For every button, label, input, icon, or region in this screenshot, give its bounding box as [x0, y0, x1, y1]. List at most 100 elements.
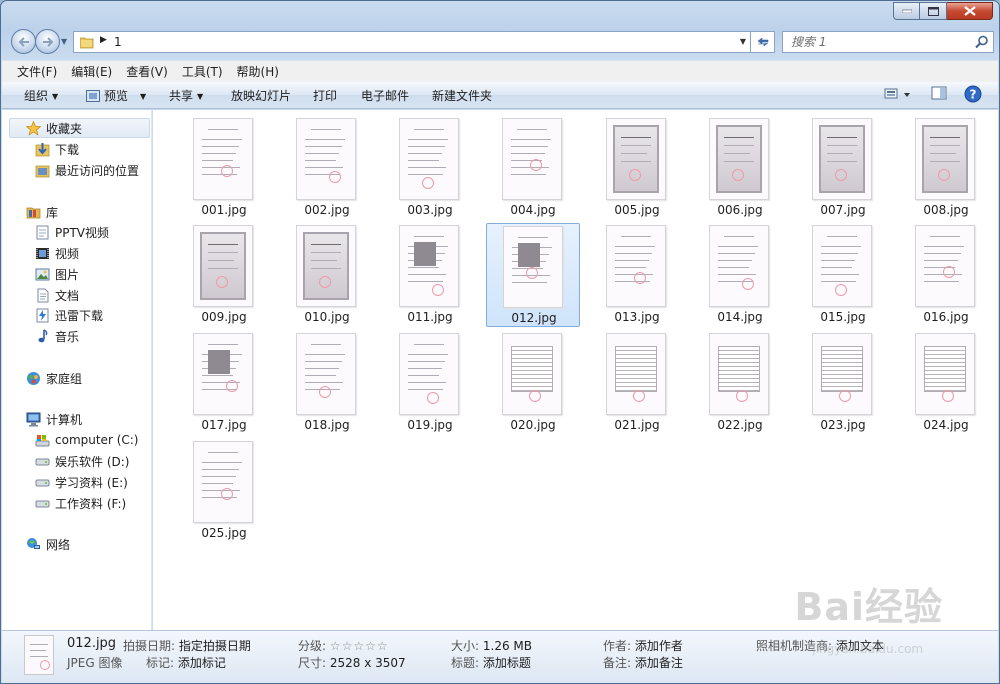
file-thumbnail — [915, 118, 975, 200]
file-item[interactable]: 012.jpg — [486, 223, 580, 327]
file-item[interactable]: 019.jpg — [383, 331, 477, 435]
nav-thunder-label: 迅雷下载 — [55, 308, 104, 323]
file-item[interactable]: 021.jpg — [590, 331, 684, 435]
share-button[interactable]: 共享 ▼ — [169, 87, 203, 104]
nav-downloads[interactable]: 下载 — [34, 140, 79, 158]
refresh-button[interactable] — [751, 31, 775, 53]
view-options-icon — [884, 88, 910, 99]
recent-pages-dropdown[interactable]: ▼ — [61, 37, 67, 46]
change-view-button[interactable] — [884, 85, 912, 106]
file-item[interactable]: 014.jpg — [693, 223, 787, 327]
file-thumbnail — [503, 226, 563, 308]
file-item[interactable]: 025.jpg — [177, 439, 271, 543]
thunder-folder-icon — [34, 307, 50, 323]
nav-drive-c[interactable]: computer (C:) — [34, 431, 138, 449]
menu-view[interactable]: 查看(V) — [126, 63, 168, 80]
nav-homegroup[interactable]: 家庭组 — [25, 369, 82, 387]
file-item[interactable]: 006.jpg — [693, 116, 787, 220]
details-camera-maker-value[interactable]: 添加文本 — [836, 639, 884, 653]
file-item[interactable]: 001.jpg — [177, 116, 271, 220]
print-button[interactable]: 打印 — [313, 87, 337, 104]
file-item[interactable]: 003.jpg — [383, 116, 477, 220]
nav-thunder-downloads[interactable]: 迅雷下载 — [34, 306, 103, 324]
forward-button[interactable] — [35, 29, 60, 54]
nav-libraries[interactable]: 库 — [25, 203, 58, 221]
back-button[interactable] — [11, 29, 36, 54]
nav-music[interactable]: 音乐 — [34, 327, 79, 345]
nav-recent-places[interactable]: 最近访问的位置 — [34, 161, 139, 179]
preview-pane-button[interactable] — [931, 85, 947, 104]
details-author-value[interactable]: 添加作者 — [635, 639, 683, 653]
menu-file[interactable]: 文件(F) — [17, 63, 57, 80]
organize-button[interactable]: 组织 ▼ — [24, 87, 58, 104]
help-button[interactable]: ? — [964, 85, 982, 106]
nav-drive-d[interactable]: 娱乐软件 (D:) — [34, 452, 129, 470]
file-thumbnail — [193, 333, 253, 415]
file-item[interactable]: 013.jpg — [590, 223, 684, 327]
file-thumbnail — [709, 225, 769, 307]
hard-drive-icon — [34, 474, 50, 490]
file-item[interactable]: 023.jpg — [796, 331, 890, 435]
nav-favorites[interactable]: 收藏夹 — [25, 119, 82, 137]
maximize-button[interactable] — [920, 2, 947, 20]
nav-network[interactable]: 网络 — [25, 535, 70, 553]
file-item[interactable]: 018.jpg — [280, 331, 374, 435]
search-box — [782, 31, 994, 53]
rating-stars[interactable]: ☆☆☆☆☆ — [330, 639, 389, 653]
nav-drive-e[interactable]: 学习资料 (E:) — [34, 473, 128, 491]
file-item[interactable]: 010.jpg — [280, 223, 374, 327]
email-button[interactable]: 电子邮件 — [361, 87, 409, 104]
nav-pptv-videos[interactable]: PPTV视频 — [34, 223, 109, 241]
dropdown-arrow-icon: ▼ — [197, 92, 204, 101]
file-item[interactable]: 024.jpg — [899, 331, 993, 435]
nav-drive-f[interactable]: 工作资料 (F:) — [34, 494, 126, 512]
file-item[interactable]: 005.jpg — [590, 116, 684, 220]
search-icon[interactable] — [975, 35, 989, 49]
new-folder-button[interactable]: 新建文件夹 — [432, 87, 492, 104]
preview-pane-icon — [931, 86, 947, 100]
file-item[interactable]: 017.jpg — [177, 331, 271, 435]
nav-videos-label: 视频 — [55, 246, 80, 261]
nav-computer[interactable]: 计算机 — [25, 410, 82, 428]
search-input[interactable] — [783, 32, 969, 52]
details-title-value[interactable]: 添加标题 — [483, 656, 531, 670]
svg-text:?: ? — [970, 88, 977, 102]
details-tags-value[interactable]: 添加标记 — [178, 656, 226, 670]
file-item[interactable]: 007.jpg — [796, 116, 890, 220]
file-item[interactable]: 020.jpg — [486, 331, 580, 435]
breadcrumb-chevron-icon[interactable]: ▶ — [100, 35, 107, 45]
close-button[interactable] — [947, 2, 993, 20]
nav-documents[interactable]: 文档 — [34, 286, 79, 304]
file-item[interactable]: 009.jpg — [177, 223, 271, 327]
details-date-value[interactable]: 指定拍摄日期 — [179, 639, 251, 653]
menu-tools[interactable]: 工具(T) — [182, 63, 223, 80]
dropdown-arrow-icon: ▼ — [140, 92, 147, 101]
slideshow-button[interactable]: 放映幻灯片 — [231, 87, 291, 104]
menu-edit[interactable]: 编辑(E) — [71, 63, 112, 80]
address-bar[interactable]: ▶ 1 ▼ — [73, 31, 751, 53]
file-item[interactable]: 015.jpg — [796, 223, 890, 327]
file-thumbnail — [296, 225, 356, 307]
nav-videos[interactable]: 视频 — [34, 244, 79, 262]
address-dropdown-icon[interactable]: ▼ — [740, 37, 746, 46]
file-item[interactable]: 002.jpg — [280, 116, 374, 220]
file-item[interactable]: 008.jpg — [899, 116, 993, 220]
nav-pictures[interactable]: 图片 — [34, 265, 79, 283]
menu-help[interactable]: 帮助(H) — [237, 63, 279, 80]
hard-drive-icon — [34, 495, 50, 511]
document-library-icon — [34, 224, 50, 240]
file-thumbnail — [502, 333, 562, 415]
file-item[interactable]: 016.jpg — [899, 223, 993, 327]
file-item[interactable]: 022.jpg — [693, 331, 787, 435]
file-name-label: 024.jpg — [923, 418, 969, 432]
preview-button[interactable]: 预览 ▼ — [86, 87, 146, 104]
file-name-label: 025.jpg — [201, 526, 247, 540]
file-thumbnail — [812, 225, 872, 307]
file-name-label: 008.jpg — [923, 203, 969, 217]
file-item[interactable]: 004.jpg — [486, 116, 580, 220]
minimize-button[interactable] — [893, 2, 920, 20]
file-name-label: 017.jpg — [201, 418, 247, 432]
file-item[interactable]: 011.jpg — [383, 223, 477, 327]
breadcrumb-current[interactable]: 1 — [114, 35, 122, 49]
details-comments-value[interactable]: 添加备注 — [635, 656, 683, 670]
